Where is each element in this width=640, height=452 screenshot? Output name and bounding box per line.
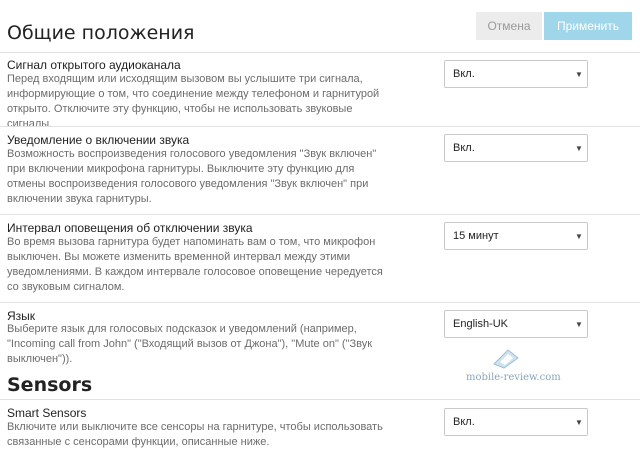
mute-reminder-interval-select[interactable]: 15 минут ▼ (444, 222, 588, 250)
select-value: English-UK (453, 318, 509, 330)
caret-down-icon: ▼ (575, 69, 583, 79)
divider (0, 302, 640, 303)
caret-down-icon: ▼ (575, 319, 583, 329)
select-value: Вкл. (453, 142, 475, 154)
watermark: mobile-review.com (466, 344, 561, 390)
page-title: Общие положения (7, 22, 195, 44)
unmute-notification-select[interactable]: Вкл. ▼ (444, 134, 588, 162)
caret-down-icon: ▼ (575, 143, 583, 153)
setting-title: Сигнал открытого аудиоканала (7, 58, 181, 72)
setting-title: Язык (7, 309, 36, 323)
apply-button[interactable]: Применить (544, 12, 632, 40)
setting-title: Уведомление о включении звука (7, 133, 190, 147)
watermark-text: mobile-review.com (466, 372, 561, 383)
language-select[interactable]: English-UK ▼ (444, 310, 588, 338)
select-value: Вкл. (453, 68, 475, 80)
smart-sensors-select[interactable]: Вкл. ▼ (444, 408, 588, 436)
setting-description: Включите или выключите все сенсоры на га… (7, 421, 383, 448)
divider (0, 214, 640, 215)
section-title-sensors: Sensors (7, 374, 93, 396)
select-value: 15 минут (453, 230, 499, 242)
select-value: Вкл. (453, 416, 475, 428)
setting-title: Smart Sensors (7, 406, 87, 420)
setting-description: Во время вызова гарнитура будет напомина… (7, 236, 383, 293)
open-audio-signal-select[interactable]: Вкл. ▼ (444, 60, 588, 88)
divider (0, 399, 640, 400)
setting-description: Перед входящим или исходящим вызовом вы … (7, 73, 380, 130)
divider (0, 52, 640, 53)
setting-description: Возможность воспроизведения голосового у… (7, 148, 377, 205)
cancel-button[interactable]: Отмена (476, 12, 542, 40)
caret-down-icon: ▼ (575, 417, 583, 427)
divider (0, 126, 640, 127)
setting-description: Выберите язык для голосовых подсказок и … (7, 323, 373, 365)
setting-title: Интервал оповещения об отключении звука (7, 221, 253, 235)
phone-logo-icon (493, 349, 519, 369)
caret-down-icon: ▼ (575, 231, 583, 241)
